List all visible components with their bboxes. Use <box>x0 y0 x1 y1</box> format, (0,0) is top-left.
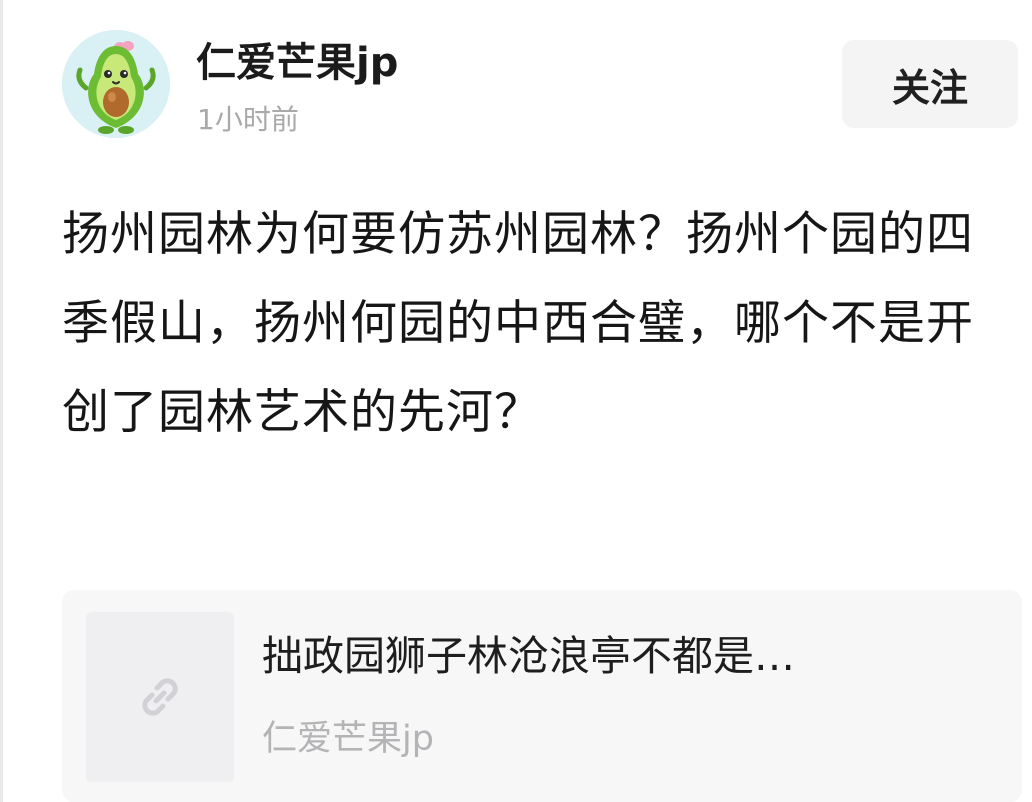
author-name[interactable]: 仁爱芒果jp <box>196 38 398 88</box>
link-card[interactable]: 拙政园狮子林沧浪亭不都是… 仁爱芒果jp <box>62 590 1022 802</box>
link-thumbnail <box>86 612 234 782</box>
post-timestamp: 1小时前 <box>197 103 299 136</box>
left-edge-divider <box>0 0 3 802</box>
link-icon <box>142 678 178 716</box>
post-body-text: 扬州园林为何要仿苏州园林？扬州个园的四季假山，扬州何园的中西合璧，哪个不是开创了… <box>62 207 974 440</box>
follow-button[interactable]: 关注 <box>842 40 1018 128</box>
avocado-avatar-icon <box>62 30 170 138</box>
link-card-title: 拙政园狮子林沧浪亭不都是… <box>262 632 795 680</box>
author-avatar[interactable] <box>62 30 170 138</box>
post-page: 仁爱芒果jp 1小时前 关注 扬州园林为何要仿苏州园林？扬州个园的四季假山，扬州… <box>0 0 1032 802</box>
link-card-source: 仁爱芒果jp <box>262 719 434 759</box>
